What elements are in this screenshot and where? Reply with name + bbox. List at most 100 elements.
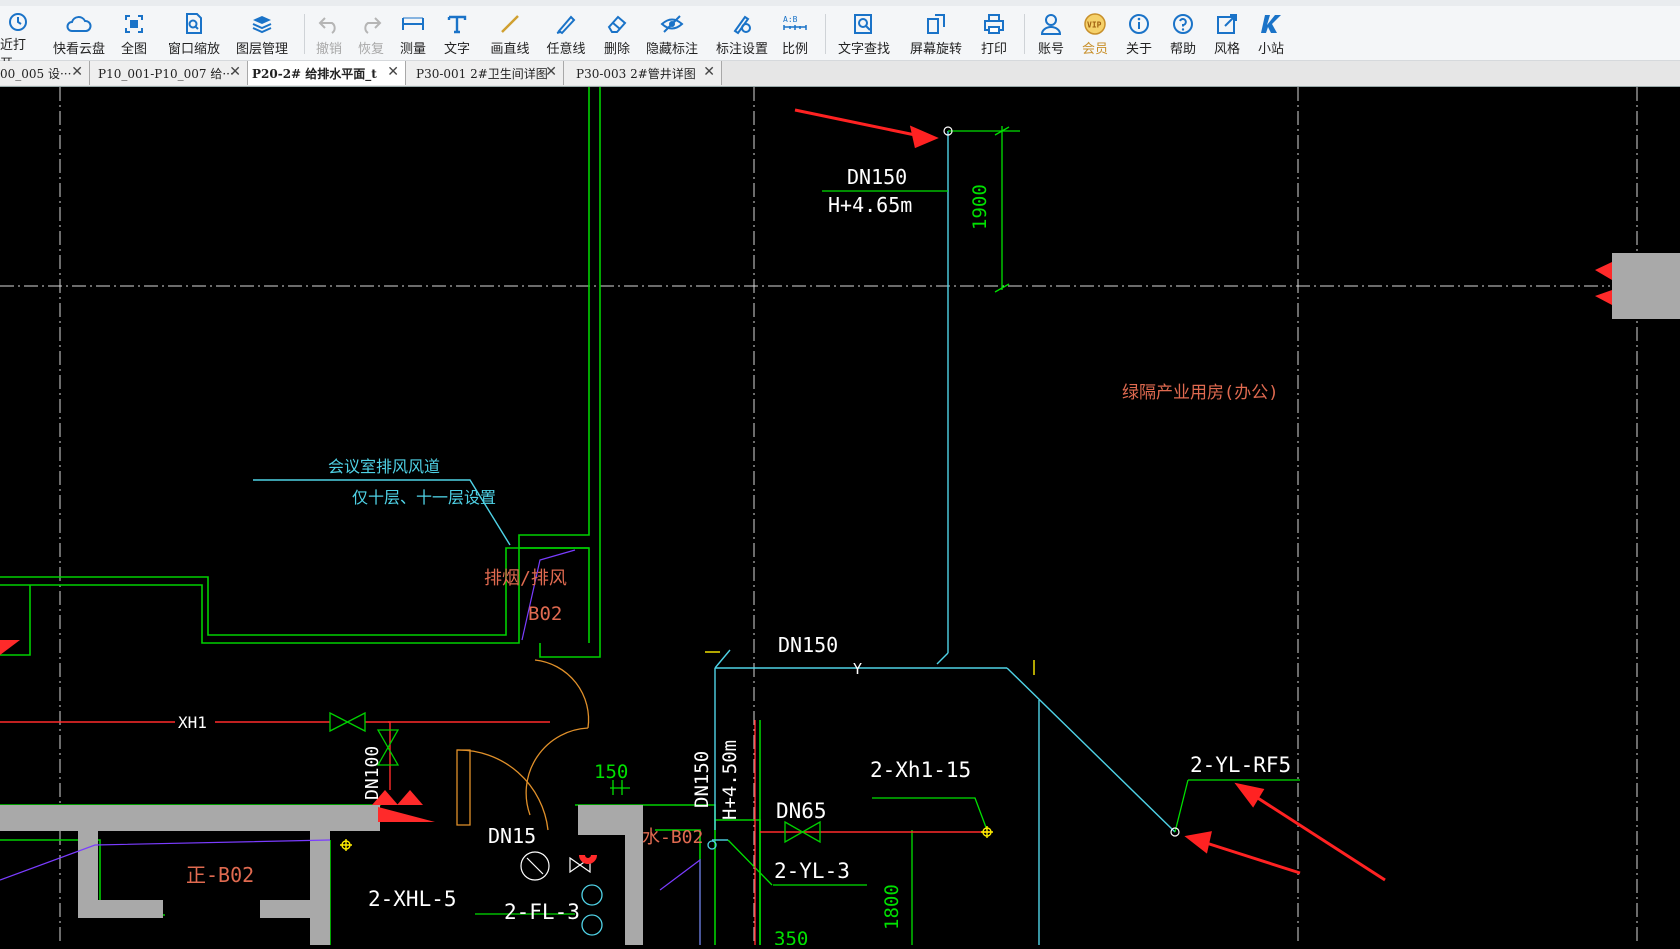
undo-button[interactable]: 撤销 xyxy=(311,6,347,60)
cad-drawing: DN150 H+4.65m 1900 绿隔产业用房(办公) 会议室排风风道 仅十… xyxy=(0,87,1680,949)
undo-icon xyxy=(316,11,342,37)
eye-hide-icon xyxy=(659,11,685,37)
text-icon xyxy=(444,11,470,37)
water-pipes xyxy=(253,131,1176,945)
sprinkler-markers xyxy=(0,262,1612,822)
account-button[interactable]: 账号 xyxy=(1033,6,1069,60)
measure-button[interactable]: 测量 xyxy=(395,6,431,60)
measure-icon xyxy=(400,11,426,37)
label-dn150-mid: DN150 xyxy=(778,633,838,657)
text-search-icon xyxy=(851,11,877,37)
draw-line-button[interactable]: 画直线 xyxy=(487,6,533,60)
text-label: 文字 xyxy=(443,42,470,57)
label-dn150-top: DN150 xyxy=(847,165,907,189)
close-icon[interactable]: ✕ xyxy=(387,64,399,80)
hide-annotation-label: 隐藏标注 xyxy=(645,42,698,57)
valve-symbols xyxy=(329,711,821,844)
tab-p30-001[interactable]: P30-001 2#卫生间详图 ✕ xyxy=(406,61,564,85)
label-dn150-vertical: DN150 xyxy=(691,751,713,808)
cloud-drive-button[interactable]: 快看云盘 xyxy=(50,6,108,60)
layers-icon xyxy=(249,11,275,37)
annotation-settings-button[interactable]: 标注设置 xyxy=(713,6,771,60)
clock-refresh-icon xyxy=(5,11,31,33)
screen-rotate-label: 屏幕旋转 xyxy=(909,42,962,57)
text-button[interactable]: 文字 xyxy=(439,6,475,60)
duct-label-1: 会议室排风风道 xyxy=(328,457,440,476)
close-icon[interactable]: ✕ xyxy=(545,64,557,80)
info-icon xyxy=(1126,11,1152,37)
window-zoom-button[interactable]: 窗口缩放 xyxy=(164,6,224,60)
help-icon xyxy=(1170,11,1196,37)
label-xh1: XH1 xyxy=(178,713,207,732)
tab-p30-003[interactable]: P30-003 2#管井详图 ✕ xyxy=(564,61,722,85)
redo-button[interactable]: 恢复 xyxy=(353,6,389,60)
rotate-screen-icon xyxy=(923,11,949,37)
measure-label: 测量 xyxy=(399,42,426,57)
tab-label: 00_005 设··· xyxy=(0,66,72,81)
smoke-exhaust-label: 排烟/排风 xyxy=(484,568,567,589)
label-2-yl-3: 2-YL-3 xyxy=(774,859,850,883)
vip-icon: VIP xyxy=(1082,11,1108,37)
line-icon xyxy=(497,11,523,37)
vip-label: 会员 xyxy=(1081,42,1108,57)
style-button[interactable]: 风格 xyxy=(1209,6,1245,60)
screen-rotate-button[interactable]: 屏幕旋转 xyxy=(906,6,966,60)
scale-button[interactable]: A:B 比例 xyxy=(777,6,813,60)
label-y: Y xyxy=(853,660,862,678)
vip-button[interactable]: VIP 会员 xyxy=(1077,6,1113,60)
close-icon[interactable]: ✕ xyxy=(703,64,715,80)
freehand-icon xyxy=(553,11,579,37)
zoom-window-icon xyxy=(181,11,207,37)
help-button[interactable]: 帮助 xyxy=(1165,6,1201,60)
eraser-icon xyxy=(604,11,630,37)
text-search-label: 文字查找 xyxy=(837,42,890,57)
tab-label: P20-2# 给排水平面_t xyxy=(252,66,377,81)
station-label: 小站 xyxy=(1257,42,1284,57)
delete-button[interactable]: 删除 xyxy=(599,6,635,60)
help-label: 帮助 xyxy=(1169,42,1196,57)
layer-manager-button[interactable]: 图层管理 xyxy=(232,6,292,60)
full-view-label: 全图 xyxy=(120,42,147,57)
tab-00-005[interactable]: 00_005 设··· ✕ xyxy=(0,61,90,85)
close-icon[interactable]: ✕ xyxy=(229,64,241,80)
label-dn65: DN65 xyxy=(776,799,827,823)
hide-annotation-button[interactable]: 隐藏标注 xyxy=(643,6,701,60)
redo-icon xyxy=(358,11,384,37)
label-2-xh1-15: 2-Xh1-15 xyxy=(870,758,971,782)
label-dn100: DN100 xyxy=(362,746,383,800)
printer-icon xyxy=(981,11,1007,37)
tab-p20-2[interactable]: P20-2# 给排水平面_t ✕ xyxy=(248,61,406,85)
annotation-settings-icon xyxy=(729,11,755,37)
tab-p10-001[interactable]: P10_001-P10_007 给··· ✕ xyxy=(90,61,248,85)
toolbar-separator xyxy=(825,14,826,54)
text-search-button[interactable]: 文字查找 xyxy=(834,6,894,60)
label-h450: H+4.50m xyxy=(719,740,741,820)
dim-1900: 1900 xyxy=(969,184,991,230)
tab-label: P10_001-P10_007 给··· xyxy=(98,66,234,81)
room-code-zheng-b02: 正-B02 xyxy=(186,863,254,887)
meter-symbols xyxy=(581,840,717,936)
freehand-line-label: 任意线 xyxy=(546,42,586,57)
dim-150: 150 xyxy=(594,761,628,783)
recent-open-button[interactable]: 近打开 xyxy=(0,6,36,72)
room-code-shui-b02: 水-B02 xyxy=(642,827,703,848)
toolbar-separator xyxy=(304,14,305,54)
full-view-button[interactable]: 全图 xyxy=(114,6,154,60)
station-button[interactable]: 小站 xyxy=(1253,6,1289,60)
scale-icon: A:B xyxy=(782,11,808,37)
style-icon xyxy=(1214,11,1240,37)
print-button[interactable]: 打印 xyxy=(976,6,1012,60)
svg-text:A:B: A:B xyxy=(783,15,798,24)
cloud-icon xyxy=(66,11,92,37)
draw-line-label: 画直线 xyxy=(490,42,530,57)
red-fitting xyxy=(579,854,597,864)
k-logo-icon xyxy=(1258,11,1284,37)
scale-label: 比例 xyxy=(781,42,808,57)
freehand-line-button[interactable]: 任意线 xyxy=(543,6,589,60)
toolbar: 近打开 快看云盘 全图 窗口缩放 图层管理 撤销 恢复 测量 文字 画直线 任意… xyxy=(0,6,1680,72)
print-label: 打印 xyxy=(980,42,1007,57)
cad-drawing-canvas[interactable]: DN150 H+4.65m 1900 绿隔产业用房(办公) 会议室排风风道 仅十… xyxy=(0,87,1680,949)
about-button[interactable]: 关于 xyxy=(1121,6,1157,60)
dim-1800: 1800 xyxy=(881,884,903,930)
close-icon[interactable]: ✕ xyxy=(71,64,83,80)
